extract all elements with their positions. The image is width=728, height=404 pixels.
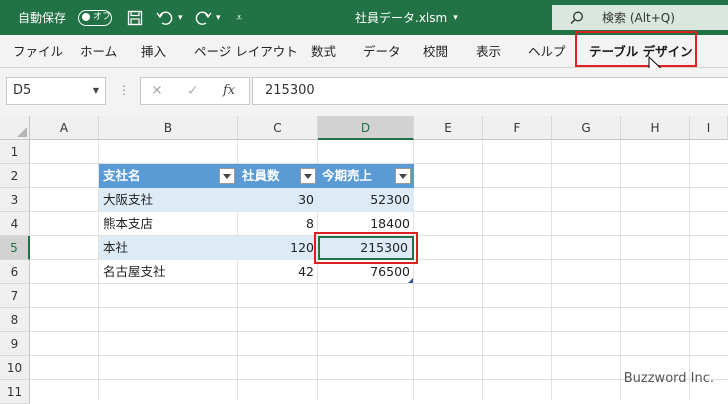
formula-bar: D5 ▼ ⋮ ✕ ✓ fx 215300 bbox=[0, 68, 728, 116]
gridline bbox=[30, 307, 728, 308]
gridline bbox=[551, 140, 552, 400]
cell-highlight-box bbox=[314, 232, 418, 264]
select-all-button[interactable] bbox=[0, 116, 30, 140]
filename-dropdown-icon: ▾ bbox=[453, 12, 458, 23]
row-header-10[interactable]: 10 bbox=[0, 356, 30, 380]
gridline bbox=[620, 140, 621, 400]
filter-dropdown-icon[interactable] bbox=[395, 168, 411, 184]
table-cell[interactable]: 本社 bbox=[99, 236, 238, 260]
filter-dropdown-icon[interactable] bbox=[300, 168, 316, 184]
name-box[interactable]: D5 ▼ bbox=[6, 77, 106, 105]
tab-insert[interactable]: 挿入 bbox=[141, 35, 166, 68]
filter-dropdown-icon[interactable] bbox=[219, 168, 235, 184]
column-header-c[interactable]: C bbox=[238, 116, 318, 140]
table-cell[interactable]: 120 bbox=[238, 236, 318, 260]
table-header-cell[interactable]: 今期売上 bbox=[318, 164, 414, 188]
name-box-dropdown-icon[interactable]: ▼ bbox=[93, 78, 99, 104]
tab-page-layout[interactable]: ページ レイアウト bbox=[194, 35, 298, 68]
search-box[interactable]: 検索 (Alt+Q) bbox=[552, 5, 728, 30]
table-cell[interactable]: 30 bbox=[238, 188, 318, 212]
row-header-9[interactable]: 9 bbox=[0, 332, 30, 356]
column-header-a[interactable]: A bbox=[30, 116, 99, 140]
worksheet-grid[interactable]: A B C D E F G H I 1 2 3 4 5 6 7 8 9 10 1… bbox=[0, 116, 728, 404]
column-header-g[interactable]: G bbox=[552, 116, 621, 140]
cancel-icon[interactable]: ✕ bbox=[151, 78, 163, 104]
autosave-state: オフ bbox=[93, 11, 112, 22]
row-header-1[interactable]: 1 bbox=[0, 140, 30, 164]
row-header-5[interactable]: 5 bbox=[0, 236, 30, 260]
row-header-8[interactable]: 8 bbox=[0, 308, 30, 332]
tab-view[interactable]: 表示 bbox=[476, 35, 501, 68]
tab-file[interactable]: ファイル bbox=[13, 35, 63, 68]
table-cell[interactable]: 名古屋支社 bbox=[99, 260, 238, 284]
column-header-i[interactable]: I bbox=[690, 116, 728, 140]
redo-icon[interactable] bbox=[194, 0, 212, 35]
row-header-4[interactable]: 4 bbox=[0, 212, 30, 236]
table-cell[interactable]: 熊本支店 bbox=[99, 212, 238, 236]
save-icon[interactable] bbox=[127, 0, 143, 35]
gridline bbox=[689, 140, 690, 400]
tab-review[interactable]: 校閲 bbox=[423, 35, 448, 68]
row-header-11[interactable]: 11 bbox=[0, 380, 30, 404]
row-header-3[interactable]: 3 bbox=[0, 188, 30, 212]
tab-highlight-box bbox=[575, 31, 697, 67]
table-cell[interactable]: 8 bbox=[238, 212, 318, 236]
gridline bbox=[30, 331, 728, 332]
row-header-6[interactable]: 6 bbox=[0, 260, 30, 284]
row-header-7[interactable]: 7 bbox=[0, 284, 30, 308]
undo-dropdown-icon[interactable]: ▾ bbox=[178, 0, 183, 35]
autosave-label: 自動保存 bbox=[18, 11, 67, 25]
table-cell[interactable]: 大阪支社 bbox=[99, 188, 238, 212]
autosave-toggle[interactable]: オフ bbox=[78, 0, 112, 35]
insert-function-icon[interactable]: fx bbox=[223, 78, 235, 104]
row-header-2[interactable]: 2 bbox=[0, 164, 30, 188]
gridline bbox=[482, 140, 483, 400]
search-label: 検索 (Alt+Q) bbox=[602, 11, 675, 25]
tab-help[interactable]: ヘルプ bbox=[528, 35, 566, 68]
table-header-cell[interactable]: 社員数 bbox=[238, 164, 318, 188]
column-header-b[interactable]: B bbox=[99, 116, 238, 140]
title-bar: 自動保存 オフ ▾ ▾ ⩡ 社員データ.xlsm ▾ 検索 (Alt+Q) bbox=[0, 0, 728, 35]
gridline bbox=[30, 355, 728, 356]
tab-home[interactable]: ホーム bbox=[80, 35, 117, 68]
column-header-f[interactable]: F bbox=[483, 116, 552, 140]
customize-toolbar-icon[interactable]: ⩡ bbox=[236, 0, 242, 35]
formula-input[interactable]: 215300 bbox=[252, 77, 728, 105]
table-cell[interactable]: 42 bbox=[238, 260, 318, 284]
table-resize-handle[interactable] bbox=[408, 278, 413, 283]
file-name[interactable]: 社員データ.xlsm ▾ bbox=[355, 0, 458, 35]
watermark: Buzzword Inc. bbox=[623, 371, 714, 386]
tab-formulas[interactable]: 数式 bbox=[311, 35, 336, 68]
redo-dropdown-icon[interactable]: ▾ bbox=[216, 0, 221, 35]
undo-icon[interactable] bbox=[156, 0, 174, 35]
tab-data[interactable]: データ bbox=[363, 35, 401, 68]
formula-buttons: ✕ ✓ fx bbox=[140, 77, 250, 105]
column-header-d[interactable]: D bbox=[318, 116, 414, 140]
column-header-h[interactable]: H bbox=[621, 116, 690, 140]
table-header-cell[interactable]: 支社名 bbox=[99, 164, 238, 188]
more-options-icon[interactable]: ⋮ bbox=[118, 77, 130, 105]
enter-icon[interactable]: ✓ bbox=[187, 78, 199, 104]
search-icon bbox=[570, 11, 583, 24]
column-header-e[interactable]: E bbox=[414, 116, 483, 140]
table-cell[interactable]: 52300 bbox=[318, 188, 414, 212]
